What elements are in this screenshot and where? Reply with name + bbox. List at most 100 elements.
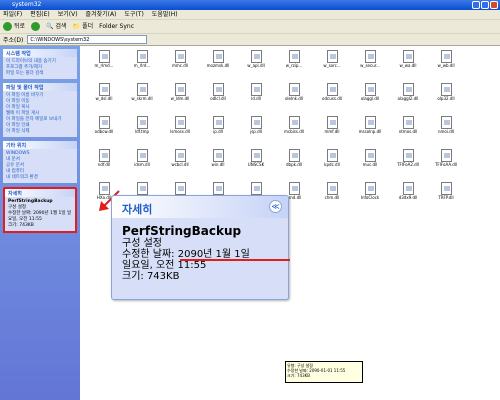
file-item[interactable]: w_wb.dll <box>428 50 464 80</box>
file-tasks-header[interactable]: 파일 및 폴더 작업 <box>3 83 77 91</box>
file-item[interactable]: odbcw.dll <box>86 116 122 146</box>
address-bar: 주소(D) C:\WINDOWS\system32 <box>0 34 500 46</box>
folders-button[interactable]: 📁 폴더 <box>73 20 94 34</box>
file-label: nmoi.dll <box>437 129 455 134</box>
file-item[interactable]: ld.dll <box>238 83 274 113</box>
file-item[interactable]: mssolnp.dll <box>352 116 388 146</box>
file-item[interactable]: mcbiss.dll <box>276 116 312 146</box>
details-header[interactable]: 자세히 <box>5 189 75 197</box>
file-icon <box>364 149 376 162</box>
menu-file[interactable]: 파일(F) <box>3 10 22 19</box>
file-label: odcuss.dll <box>322 96 342 101</box>
file-item[interactable]: w_secur... <box>352 50 388 80</box>
file-label: ntmos.dll <box>398 129 418 134</box>
file-item[interactable]: olaggl.dll <box>352 83 388 113</box>
file-icon <box>174 50 186 63</box>
task-item[interactable]: 파일 또는 폴더 검색 <box>6 71 74 77</box>
file-item[interactable]: chm.dll <box>314 182 350 212</box>
file-item[interactable]: jsp.dll <box>238 116 274 146</box>
menu-favorites[interactable]: 즐겨찾기(A) <box>86 10 117 19</box>
file-item[interactable]: ntmos.dll <box>390 116 426 146</box>
file-item[interactable]: TFIFoAA.dll <box>428 149 464 179</box>
file-item[interactable]: w_wa.dll <box>390 50 426 80</box>
system-tasks-panel: 시스템 작업 이 드라이브의 내용 숨기기 프로그램 추가/제거 파일 또는 폴… <box>3 49 77 79</box>
file-item[interactable]: odlcl.dll <box>200 83 236 113</box>
file-item[interactable]: w_skrm.dll <box>124 83 160 113</box>
file-label: lsmoss.dll <box>170 129 190 134</box>
file-label: m_rlmd... <box>94 63 114 68</box>
file-icon <box>174 149 186 162</box>
system-tasks-header[interactable]: 시스템 작업 <box>3 49 77 57</box>
file-item[interactable]: olelnk.dll <box>276 83 312 113</box>
file-item[interactable]: TFIFoA2.dll <box>390 149 426 179</box>
search-button[interactable]: 🔍 검색 <box>46 20 67 34</box>
file-item[interactable]: ldf.tmp <box>124 116 160 146</box>
minimize-button[interactable] <box>472 1 480 9</box>
file-icon <box>98 50 110 63</box>
file-label: mozmsk.dll <box>206 63 230 68</box>
file-item[interactable]: idsm.dll <box>124 149 160 179</box>
file-icon <box>98 149 110 162</box>
file-item[interactable]: olp32.dll <box>428 83 464 113</box>
file-icon <box>136 182 148 195</box>
forward-arrow-icon <box>31 22 41 31</box>
file-item[interactable]: UNSCSK <box>238 149 274 179</box>
file-label: odlcl.dll <box>210 96 226 101</box>
forward-button[interactable] <box>31 22 41 31</box>
search-icon: 🔍 <box>46 22 54 30</box>
file-item[interactable]: lsmoss.dll <box>162 116 198 146</box>
menu-tools[interactable]: 도구(T) <box>124 10 143 19</box>
file-item[interactable]: TRFP.dll <box>428 182 464 212</box>
file-item[interactable]: kpdc.dll <box>314 149 350 179</box>
file-icon <box>250 50 262 63</box>
file-icon <box>174 83 186 96</box>
file-label: w_secur... <box>360 63 380 68</box>
file-item[interactable]: mmc.dll <box>162 50 198 80</box>
file-item[interactable]: muc.dll <box>352 149 388 179</box>
file-item[interactable]: w_sorc... <box>314 50 350 80</box>
file-item[interactable]: m_rlmd... <box>86 50 122 80</box>
file-item[interactable]: dbpk.dll <box>276 149 312 179</box>
file-item[interactable]: nmoi.dll <box>428 116 464 146</box>
file-item[interactable]: mozmsk.dll <box>200 50 236 80</box>
file-item[interactable]: InfoClock <box>352 182 388 212</box>
other-places-header[interactable]: 기타 위치 <box>3 141 77 149</box>
folder-icon: 📁 <box>72 22 81 30</box>
file-item[interactable]: ndf.dll <box>86 149 122 179</box>
file-label: TFIFoAA.dll <box>434 162 458 167</box>
file-icon <box>136 50 148 63</box>
address-input[interactable]: C:\WINDOWS\system32 <box>27 35 148 44</box>
file-item[interactable]: olaggl2.dll <box>390 83 426 113</box>
task-item[interactable]: 이 파일 삭제 <box>6 129 74 135</box>
file-item[interactable]: w_dsl.dll <box>86 83 122 113</box>
menu-help[interactable]: 도움말(H) <box>152 10 178 19</box>
file-label: mssolnp.dll <box>358 129 382 134</box>
menu-view[interactable]: 보기(V) <box>58 10 78 19</box>
file-item[interactable]: w_apl.dll <box>238 50 274 80</box>
file-item[interactable]: d3dx9.dll <box>390 182 426 212</box>
maximize-button[interactable] <box>481 1 489 9</box>
place-item[interactable]: 내 네트워크 환경 <box>6 175 74 181</box>
file-item[interactable]: win.dll <box>200 149 236 179</box>
file-label: mmc.dll <box>171 63 189 68</box>
file-item[interactable]: wcbcl.dll <box>162 149 198 179</box>
file-label: ld.dll <box>251 96 261 101</box>
file-icon <box>402 116 414 129</box>
file-item[interactable]: odcuss.dll <box>314 83 350 113</box>
file-item[interactable]: ip.dll <box>200 116 236 146</box>
collapse-chevron-icon[interactable]: ≪ <box>269 200 282 213</box>
file-item[interactable]: mmf.dll <box>314 116 350 146</box>
back-button[interactable]: 뒤로 <box>3 20 25 34</box>
callout-filename: PerfStringBackup <box>122 224 242 238</box>
file-icon <box>288 182 300 195</box>
other-places-panel: 기타 위치 WINDOWS 내 문서 공유 문서 내 컴퓨터 내 네트워크 환경 <box>3 141 77 183</box>
file-icon <box>212 83 224 96</box>
file-label: w_apl.dll <box>247 63 265 68</box>
file-item[interactable]: w_rzip... <box>276 50 312 80</box>
folder-sync-button[interactable]: Folder Sync <box>99 20 134 34</box>
file-item[interactable]: w_ldm.dll <box>162 83 198 113</box>
menu-edit[interactable]: 편집(E) <box>30 10 50 19</box>
file-item[interactable]: m_rlrd... <box>124 50 160 80</box>
close-button[interactable] <box>490 1 498 9</box>
callout-modified-row: 수정한 날짜: 2090년 1월 1일 <box>122 249 290 261</box>
